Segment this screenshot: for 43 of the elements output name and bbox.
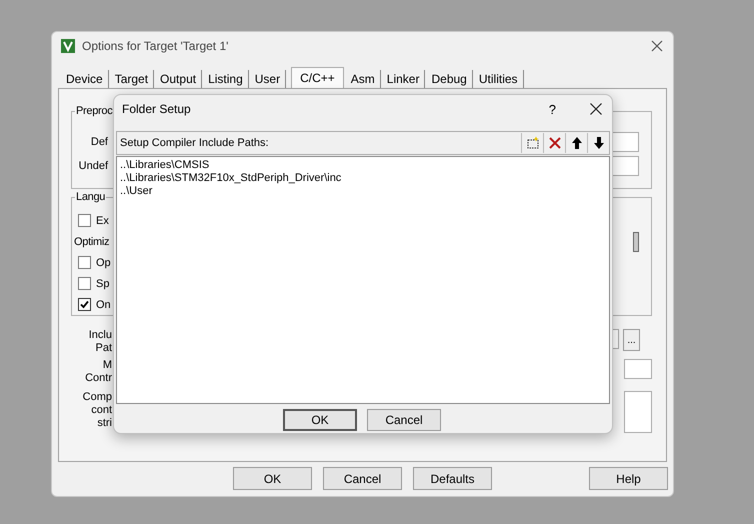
list-item[interactable]: ..\User — [120, 185, 606, 198]
option-label: Op — [96, 256, 111, 268]
checkbox[interactable] — [78, 256, 91, 269]
dialog-button[interactable]: OK — [283, 409, 357, 431]
input-field[interactable] — [611, 156, 639, 176]
list-item[interactable]: ..\Libraries\CMSIS — [120, 159, 606, 172]
checkbox[interactable] — [78, 214, 91, 227]
input-field[interactable] — [611, 132, 639, 152]
tab[interactable]: C/C++ — [291, 67, 344, 88]
dialog-button[interactable]: Cancel — [367, 409, 441, 431]
field-label: M Contr — [84, 359, 112, 385]
checkbox[interactable] — [78, 277, 91, 290]
browse-button[interactable]: ... — [623, 329, 640, 351]
arrow-up-icon — [570, 136, 582, 150]
field-label: Comp cont stri — [82, 391, 112, 430]
dialog-button[interactable]: Help — [589, 467, 668, 490]
list-item[interactable]: ..\Libraries\STM32F10x_StdPeriph_Driver\inc — [120, 172, 606, 185]
new-folder-icon — [526, 136, 540, 150]
app-logo-icon — [61, 39, 75, 53]
group-title: Preproc — [75, 105, 114, 117]
checkbox[interactable] — [78, 298, 91, 311]
option-label: Ex — [96, 214, 109, 226]
group-title: Langu — [75, 191, 106, 203]
close-icon[interactable] — [651, 40, 663, 52]
dropdown[interactable] — [633, 232, 639, 252]
list-label: Setup Compiler Include Paths: — [120, 137, 270, 149]
option-label: Sp — [96, 278, 110, 290]
dialog-title: Folder Setup — [122, 102, 192, 116]
option-label: On — [96, 298, 111, 310]
window-title: Options for Target 'Target 1' — [82, 39, 230, 53]
input-field[interactable] — [624, 391, 652, 433]
field-label: Def — [90, 136, 108, 148]
field-label: Inclu Pat — [88, 329, 112, 355]
arrow-down-icon — [592, 136, 604, 150]
field-label: Undef — [78, 160, 108, 172]
help-button[interactable]: ? — [548, 102, 556, 116]
delete-icon — [548, 136, 562, 150]
dialog-button[interactable]: Cancel — [323, 467, 402, 490]
input-field[interactable] — [624, 359, 652, 379]
dialog-button[interactable]: OK — [233, 467, 312, 490]
option-label: Optimiz — [74, 236, 110, 248]
close-icon[interactable] — [590, 103, 602, 115]
dialog-button[interactable]: Defaults — [413, 467, 492, 490]
